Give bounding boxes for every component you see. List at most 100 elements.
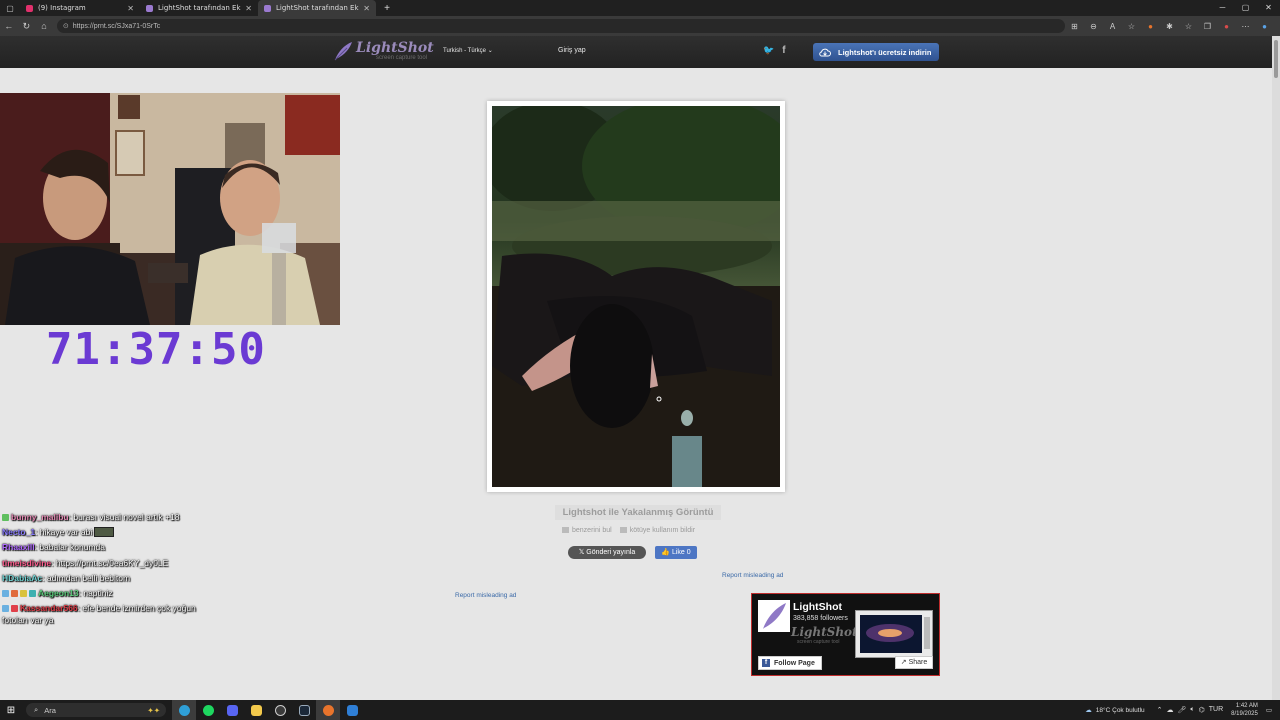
feather-logo-icon bbox=[763, 603, 786, 629]
taskbar-apps bbox=[172, 700, 364, 720]
logo-tagline: screen capture tool bbox=[376, 54, 428, 61]
page-avatar[interactable] bbox=[758, 600, 790, 632]
clock-icon bbox=[274, 704, 286, 716]
url-text: https://prnt.sc/SJxa71-0SrTc bbox=[72, 22, 161, 30]
share-button[interactable]: ↗ Share bbox=[895, 656, 933, 669]
folder-icon bbox=[250, 704, 262, 716]
facebook-icon[interactable]: f bbox=[782, 45, 785, 56]
taskbar-clock[interactable]: 1:42 AM 8/19/2025 bbox=[1231, 702, 1258, 718]
chat-username: Rhaaxill bbox=[2, 542, 35, 553]
weather-widget[interactable]: ☁ 18°C Çok bulutlu bbox=[1085, 706, 1145, 715]
close-tab-icon[interactable]: ✕ bbox=[363, 4, 370, 13]
flag-icon bbox=[619, 527, 627, 533]
page-brand-tagline: screen capture tool bbox=[797, 639, 840, 645]
network-icon[interactable]: ⌬ bbox=[1199, 706, 1205, 714]
cover-image bbox=[855, 610, 933, 658]
follow-page-button[interactable]: f Follow Page bbox=[758, 656, 822, 670]
scrollbar-thumb[interactable] bbox=[1274, 40, 1278, 78]
like-button[interactable]: 👍 Like 0 bbox=[655, 546, 697, 559]
start-button-icon[interactable]: ⊞ bbox=[0, 705, 22, 716]
settings-menu-icon[interactable]: ⋯ bbox=[1236, 22, 1255, 31]
close-tab-icon[interactable]: ✕ bbox=[127, 4, 134, 13]
report-ad-link[interactable]: Report misleading ad bbox=[722, 572, 783, 579]
close-window-icon[interactable]: ✕ bbox=[1257, 0, 1280, 16]
lightshot-favicon-icon bbox=[146, 4, 153, 12]
chat-message: HDabiaAc: adımdan belli bebitom bbox=[2, 572, 217, 587]
tweet-button[interactable]: 𝕏 Gönderi yayınla bbox=[568, 546, 646, 559]
reload-icon[interactable]: ↻ bbox=[18, 21, 36, 32]
gem-badge-icon bbox=[2, 514, 9, 521]
chevron-up-icon[interactable]: ⌃ bbox=[1157, 706, 1163, 714]
chat-text: : burası visual novel artık +18 bbox=[68, 512, 180, 522]
home-icon[interactable]: ⌂ bbox=[35, 21, 53, 31]
taskbar-search-input[interactable]: ⌕ Ara ✦✦ bbox=[26, 703, 166, 717]
taskbar-steam[interactable] bbox=[292, 700, 316, 720]
url-input[interactable]: ⊙ https://prnt.sc/SJxa71-0SrTc bbox=[56, 19, 1065, 33]
chat-message: timeisdivine: https://prnt.sc/0ea6KY_dy0… bbox=[2, 557, 217, 572]
read-aloud-icon[interactable]: A bbox=[1103, 22, 1122, 31]
cloud-download-icon bbox=[819, 48, 831, 56]
twitter-icon[interactable]: 🐦 bbox=[763, 45, 774, 56]
screenshot-actions: benzerini bul kötüye kullanım bildir bbox=[562, 527, 695, 534]
find-similar-link[interactable]: benzerini bul bbox=[562, 527, 612, 534]
like-label: Like 0 bbox=[671, 549, 691, 556]
tab-lightshot-2-active[interactable]: LightShot tarafından Ekran Görüntüsü ✕ bbox=[258, 0, 376, 16]
new-tab-button[interactable]: + bbox=[380, 3, 394, 14]
notification-icon[interactable]: ▭ bbox=[1266, 706, 1272, 714]
window-controls: ─ ▢ ✕ bbox=[1211, 0, 1280, 16]
language-selector[interactable]: Turkish - Türkçe ⌄ bbox=[443, 47, 493, 54]
tab-instagram[interactable]: (9) Instagram ✕ bbox=[20, 0, 140, 16]
taskbar-spotify[interactable] bbox=[196, 700, 220, 720]
favorite-star-icon[interactable]: ☆ bbox=[1122, 22, 1141, 31]
webcam-image bbox=[0, 93, 340, 325]
app-icon[interactable]: ⊞ bbox=[1065, 22, 1084, 31]
copilot-icon[interactable]: ● bbox=[1255, 22, 1274, 31]
page-scrollbar[interactable] bbox=[1272, 36, 1280, 700]
report-abuse-link[interactable]: kötüye kullanım bildir bbox=[619, 527, 695, 534]
sparkle-icon: ✦✦ bbox=[147, 705, 160, 715]
report-ad-link[interactable]: Report misleading ad bbox=[455, 592, 516, 599]
language-indicator[interactable]: TUR bbox=[1209, 706, 1223, 714]
taskbar-clock-app[interactable] bbox=[268, 700, 292, 720]
chat-message: Aegeon13: naptiniz bbox=[2, 587, 217, 602]
screenshot-image[interactable] bbox=[492, 106, 780, 487]
chat-message: bunny_malibu: burası visual novel artık … bbox=[2, 511, 217, 526]
maximize-icon[interactable]: ▢ bbox=[1234, 0, 1257, 16]
download-button[interactable]: Lightshot'ı ücretsiz indirin bbox=[813, 43, 939, 61]
spotify-icon bbox=[202, 704, 214, 716]
tab-lightshot-1[interactable]: LightShot tarafından Ekran Görüntüsü ✕ bbox=[140, 0, 258, 16]
taskbar-edge[interactable] bbox=[172, 700, 196, 720]
chat-text: : babalar konumda bbox=[34, 542, 106, 553]
page-name[interactable]: LightShot bbox=[793, 601, 842, 613]
chevron-down-icon: ⌄ bbox=[487, 48, 493, 54]
webcam-overlay bbox=[0, 93, 340, 325]
close-tab-icon[interactable]: ✕ bbox=[245, 4, 252, 13]
taskbar-explorer[interactable] bbox=[244, 700, 268, 720]
login-link[interactable]: Giriş yap bbox=[558, 47, 586, 54]
taskbar-app-blue[interactable] bbox=[340, 700, 364, 720]
tab-actions-icon[interactable]: ▢ bbox=[0, 0, 20, 16]
back-icon[interactable]: ← bbox=[0, 21, 18, 31]
extension-icon[interactable]: ● bbox=[1141, 22, 1160, 31]
weather-text: 18°C Çok bulutlu bbox=[1095, 706, 1145, 714]
cloud-sync-icon[interactable]: ☁ bbox=[1167, 706, 1174, 714]
share-icon: ↗ bbox=[900, 659, 907, 666]
facebook-page-widget: LightShot 383,858 followers LightShot sc… bbox=[751, 593, 940, 676]
speaker-icon[interactable]: 🔈︎ bbox=[1190, 706, 1194, 714]
site-info-icon[interactable]: ⊙ bbox=[63, 22, 69, 30]
chat-text: : adımdan belli bebitom bbox=[42, 572, 131, 583]
minimize-icon[interactable]: ─ bbox=[1211, 0, 1234, 16]
tab-title: LightShot tarafından Ekran Görüntüsü bbox=[276, 4, 359, 12]
profile-icon[interactable]: ● bbox=[1217, 22, 1236, 31]
galaxy-image bbox=[856, 611, 932, 657]
lightshot-logo[interactable]: LightShot screen capture tool bbox=[332, 40, 434, 62]
microphone-icon[interactable]: 🎤︎ bbox=[1178, 706, 1187, 714]
zoom-icon[interactable]: ⊖ bbox=[1084, 22, 1103, 31]
taskbar-app-orange[interactable] bbox=[316, 700, 340, 720]
search-icon: ⌕ bbox=[34, 705, 39, 714]
favorites-icon[interactable]: ☆ bbox=[1179, 22, 1198, 31]
collections-icon[interactable]: ❐ bbox=[1198, 22, 1217, 31]
taskbar-discord[interactable] bbox=[220, 700, 244, 720]
extensions-puzzle-icon[interactable]: ✱ bbox=[1160, 22, 1179, 31]
download-label: Lightshot'ı ücretsiz indirin bbox=[838, 47, 932, 57]
